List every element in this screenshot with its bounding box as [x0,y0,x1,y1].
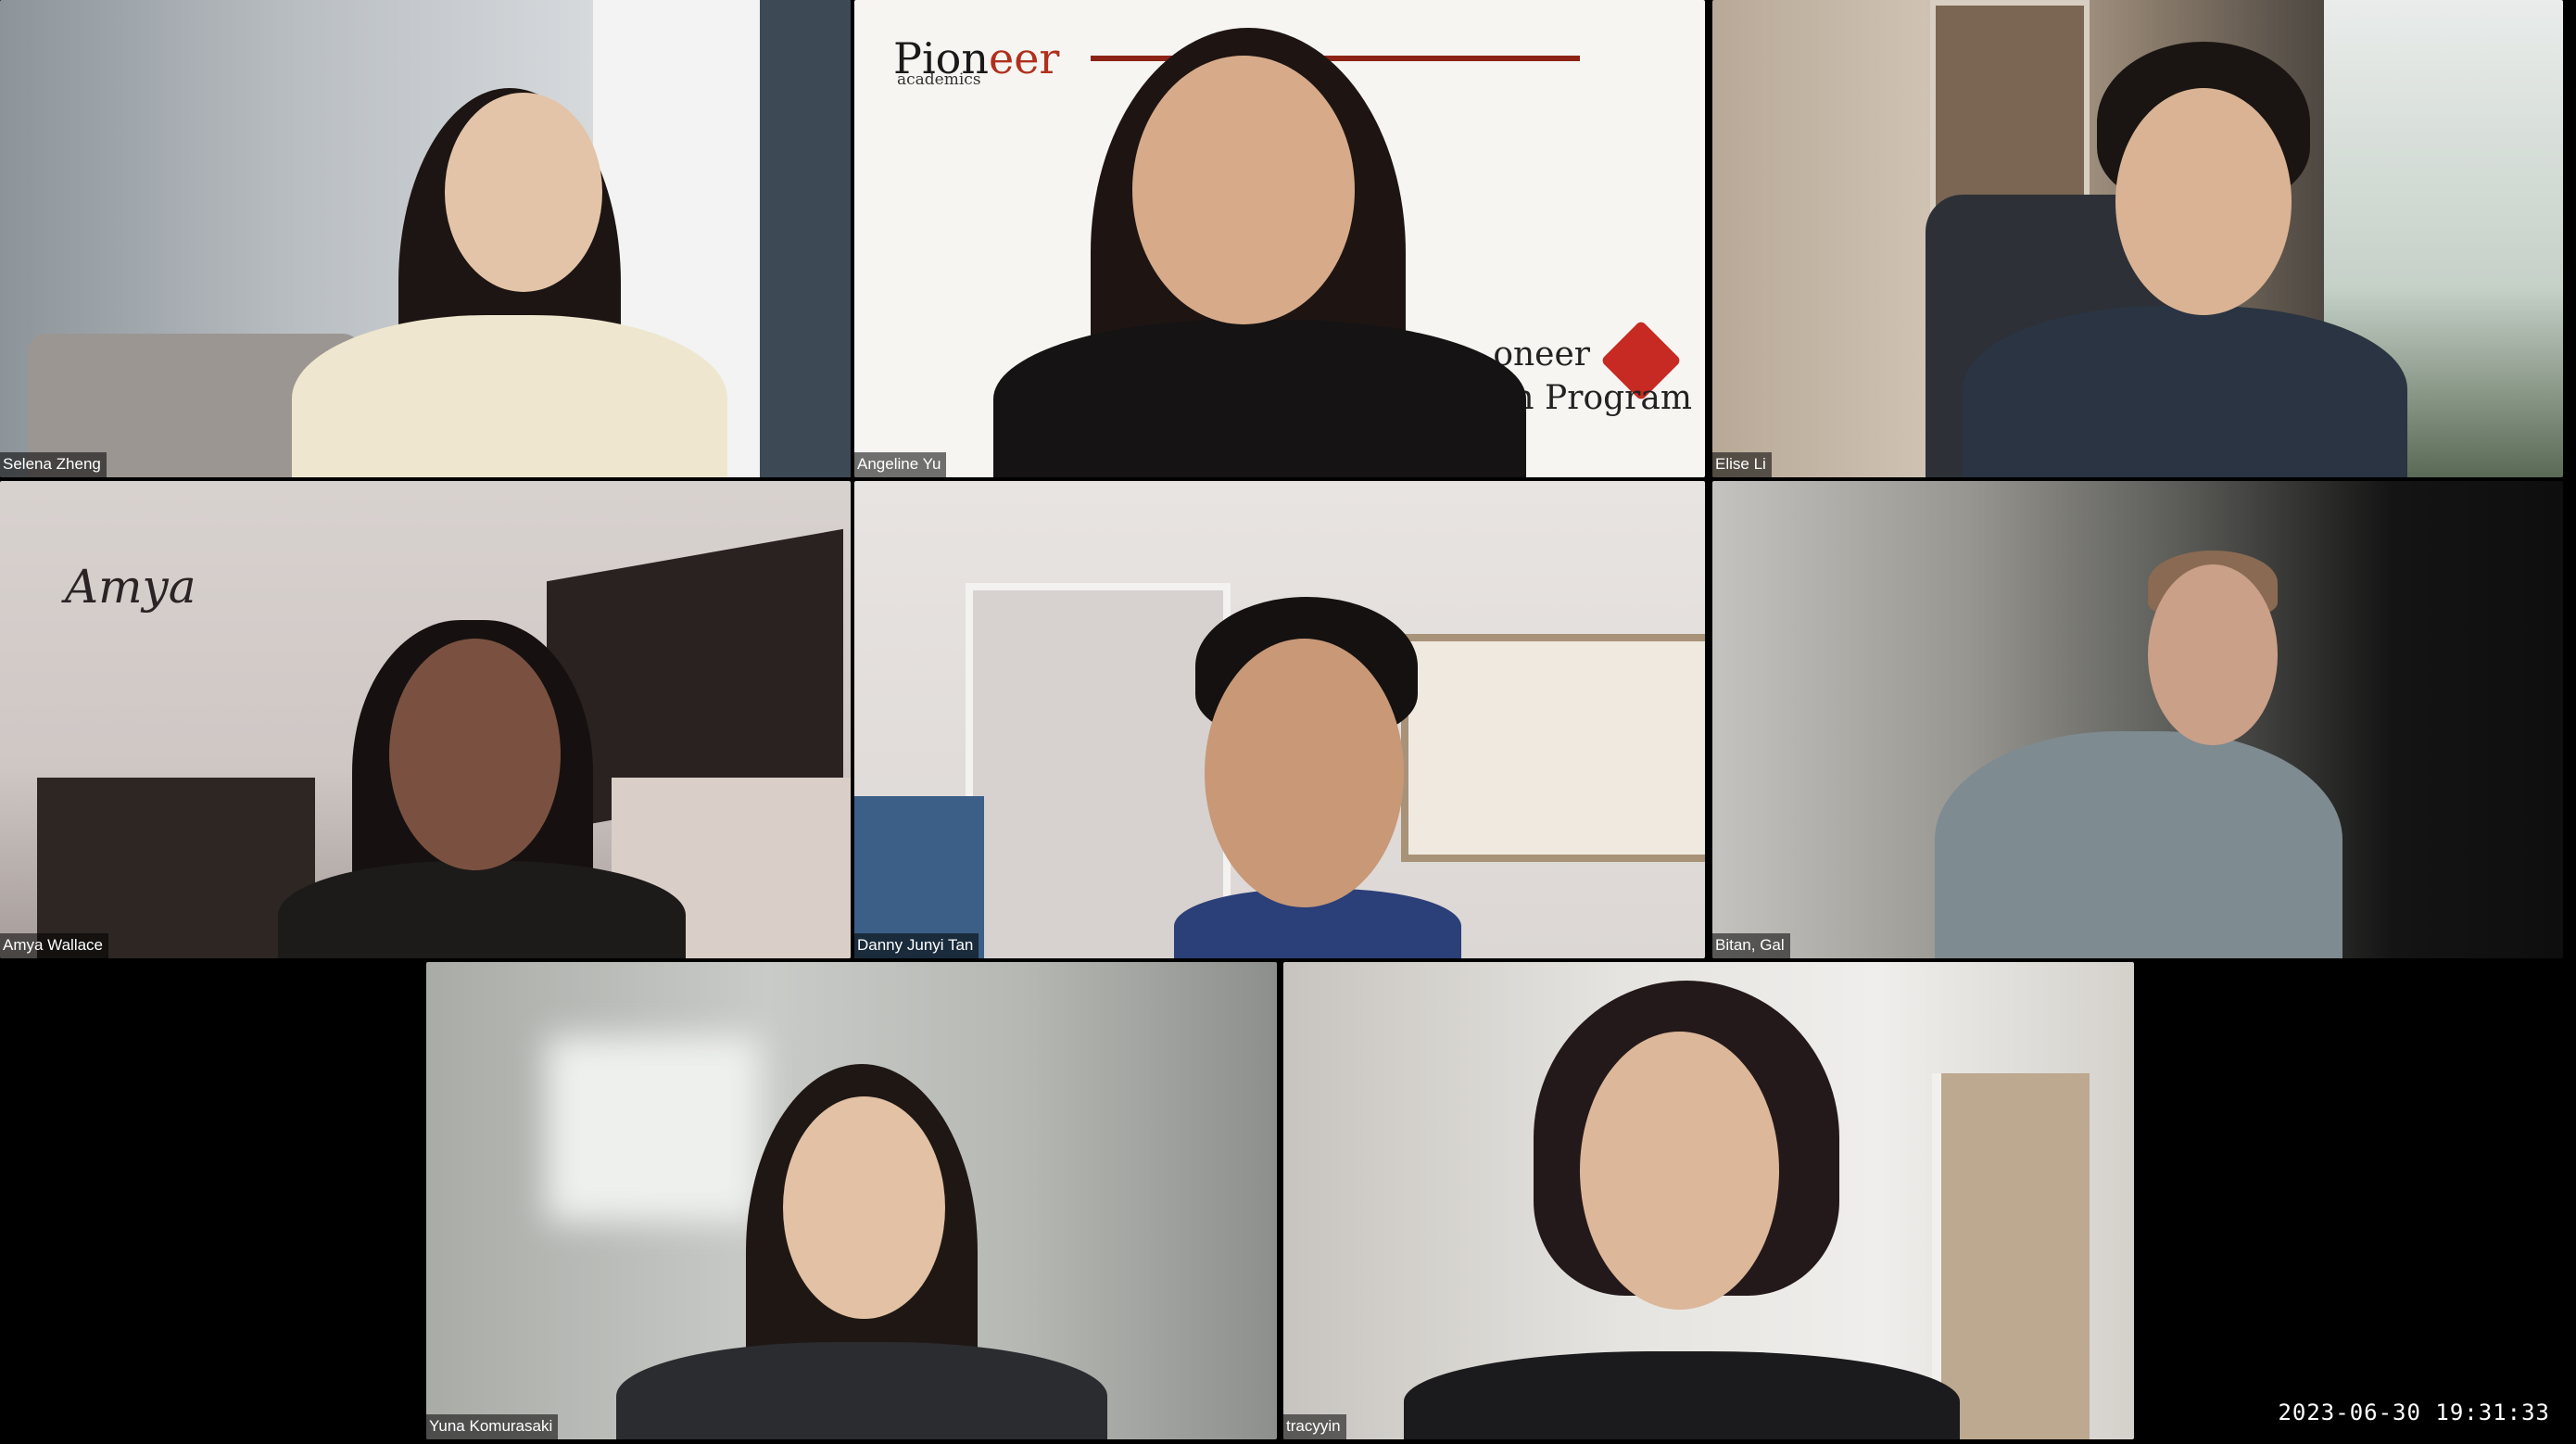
participant-name-label: Elise Li [1712,452,1772,477]
participant-name-label: Selena Zheng [0,452,107,477]
participant-name-label: Amya Wallace [0,933,109,958]
participant-name-label: Yuna Komurasaki [426,1414,559,1439]
participant-name-label: tracyyin [1283,1414,1346,1439]
video-tile-yuna-komurasaki[interactable]: Yuna Komurasaki [426,962,1277,1439]
doorway [1932,1073,2090,1439]
recording-timestamp: 2023-06-30 19:31:33 [2278,1400,2550,1425]
wall-decal-name: Amya [65,560,196,614]
pioneer-divider-line [1091,56,1580,61]
video-tile-angeline-yu[interactable]: Pioneer academics oneer h Program Angeli… [854,0,1705,477]
participant-name-label: Angeline Yu [854,452,947,477]
painting [1401,634,1705,862]
wall-panel [966,583,1231,958]
video-tile-tracyyin[interactable]: tracyyin [1283,962,2134,1439]
participant-name-label: Bitan, Gal [1712,933,1790,958]
shelf [37,778,315,958]
participant-name-label: Danny Junyi Tan [854,933,979,958]
video-tile-elise-li[interactable]: Elise Li [1712,0,2563,477]
video-tile-bitan-gal[interactable]: Bitan, Gal [1712,481,2563,958]
window-curtain [760,0,851,477]
video-tile-danny-junyi-tan[interactable]: Danny Junyi Tan [854,481,1705,958]
blurred-window [547,1036,760,1222]
video-tile-amya-wallace[interactable]: Amya Amya Wallace [0,481,851,958]
pioneer-logo-subtitle: academics [897,70,981,89]
video-tile-selena-zheng[interactable]: Selena Zheng [0,0,851,477]
